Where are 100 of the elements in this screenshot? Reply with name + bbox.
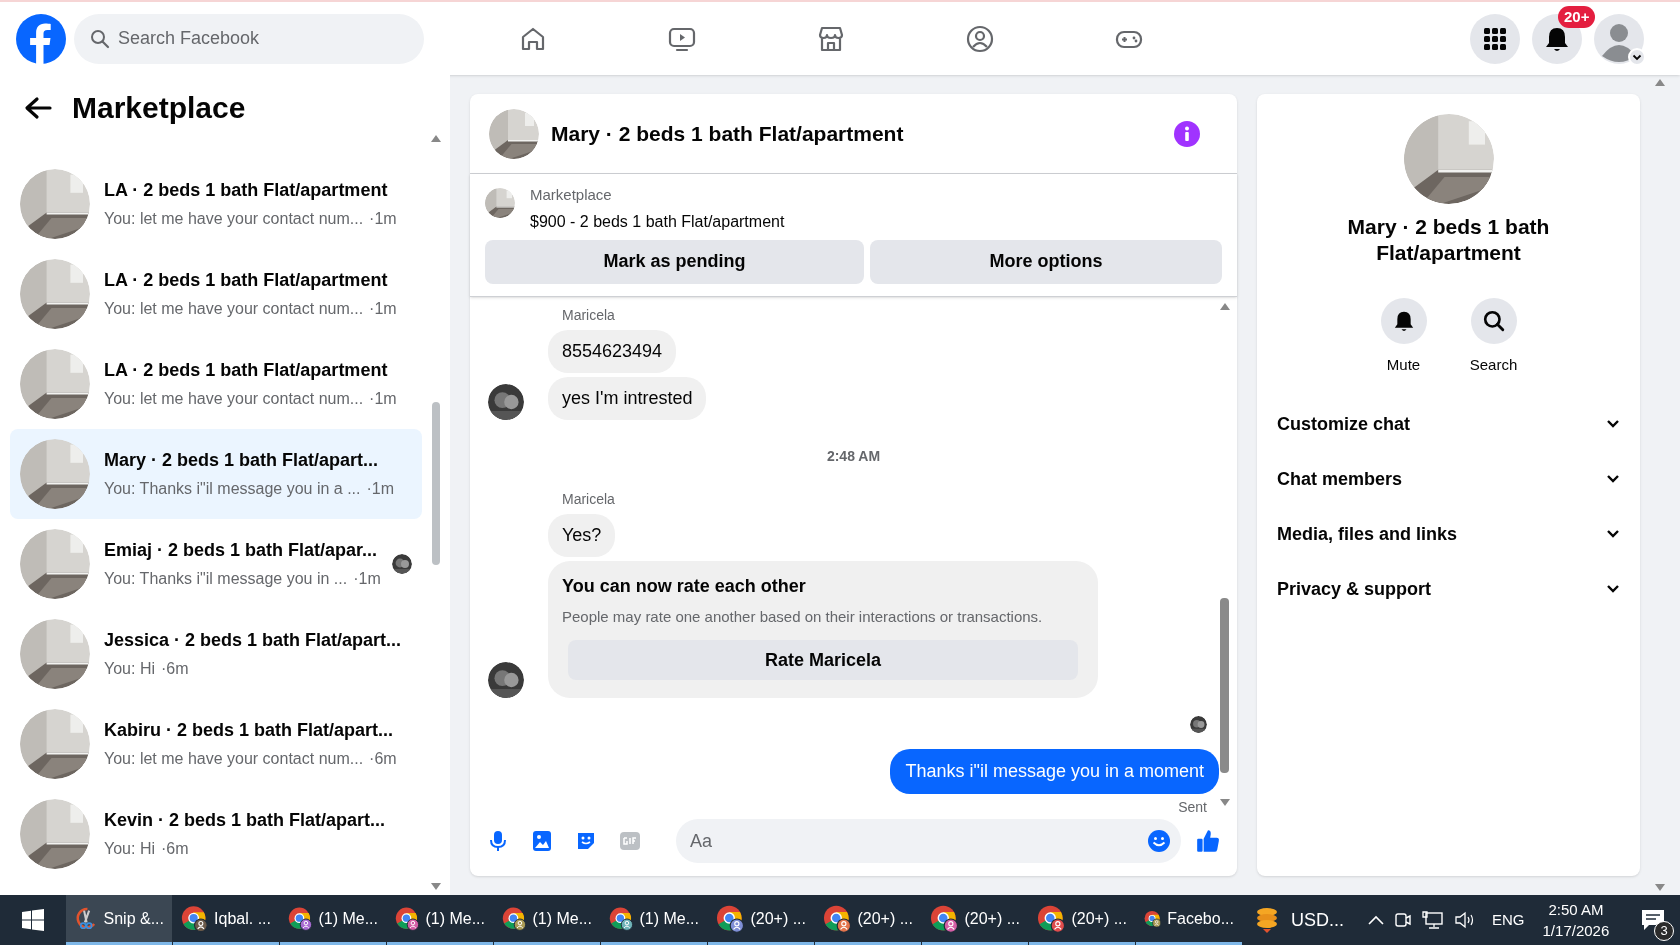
taskbar-button[interactable]: (1) Me... bbox=[387, 895, 493, 945]
conversation-title: LA · 2 beds 1 bath Flat/apartment bbox=[104, 269, 389, 292]
sender-name: Maricela bbox=[562, 305, 616, 325]
taskbar-label: (20+) ... bbox=[1071, 908, 1127, 929]
section-item[interactable]: Customize chat bbox=[1265, 396, 1632, 452]
conversation-item[interactable]: Mary · 2 beds 1 bath Flat/apart... You: Thanks i"il message you in a ... ·1m bbox=[10, 429, 422, 519]
bell-icon bbox=[1545, 25, 1569, 52]
conversation-title: Emiaj · 2 beds 1 bath Flat/apar... bbox=[104, 539, 378, 562]
facebook-logo[interactable] bbox=[16, 13, 66, 64]
action-label: Search bbox=[1469, 355, 1518, 375]
taskbar-button[interactable]: (20+) ... bbox=[1029, 895, 1135, 945]
conversation-title: LA · 2 beds 1 bath Flat/apartment bbox=[104, 179, 389, 202]
message-field[interactable]: Aa bbox=[676, 819, 1181, 863]
browser-icon bbox=[930, 903, 959, 934]
conversation-title: Mary · 2 beds 1 bath Flat/apart... bbox=[104, 449, 380, 472]
clock-time[interactable]: 2:50 AM bbox=[1548, 899, 1604, 920]
page-title: Marketplace bbox=[72, 90, 246, 126]
taskbar-label: (20+) ... bbox=[857, 908, 913, 929]
message-preview: You: let me have your contact num... bbox=[104, 209, 364, 229]
taskbar-button[interactable]: Snip &... bbox=[66, 895, 172, 945]
chevron-down-icon bbox=[1606, 419, 1620, 429]
clock-date[interactable]: 1/17/2026 bbox=[1542, 920, 1610, 941]
windows-start-icon[interactable] bbox=[22, 909, 44, 931]
taskbar-button[interactable]: Iqbal. ... bbox=[173, 895, 279, 945]
search-button[interactable] bbox=[1470, 298, 1517, 344]
taskbar-button[interactable]: (1) Me... bbox=[601, 895, 707, 945]
message-time: ·6m bbox=[161, 839, 189, 859]
sent-message-bubble: Thanks i"il message you in a moment bbox=[890, 749, 1219, 794]
chevron-up-icon[interactable] bbox=[1368, 915, 1384, 925]
section-label: Privacy & support bbox=[1277, 577, 1432, 601]
taskbar-label: Snip &... bbox=[103, 908, 164, 929]
taskbar-label: Iqbal. ... bbox=[214, 908, 271, 929]
search-icon bbox=[1482, 310, 1505, 332]
taskbar-button[interactable]: (1) Me... bbox=[494, 895, 600, 945]
taskbar-label: (20+) ... bbox=[964, 908, 1020, 929]
message-status: Sent bbox=[1178, 798, 1207, 817]
language-indicator[interactable]: ENG bbox=[1492, 908, 1525, 932]
taskbar-label: (20+) ... bbox=[750, 908, 806, 929]
section-item[interactable]: Media, files and links bbox=[1265, 506, 1632, 562]
listing-label: Marketplace bbox=[530, 185, 613, 205]
section-item[interactable]: Privacy & support bbox=[1265, 561, 1632, 617]
message-bubble: Yes? bbox=[548, 513, 616, 557]
sender-name: Maricela bbox=[562, 489, 616, 509]
action-label: Mute bbox=[1386, 355, 1421, 375]
scrollbar-thumb[interactable] bbox=[432, 402, 440, 565]
volume-icon[interactable] bbox=[1454, 911, 1476, 929]
taskbar-button[interactable]: (20+) ... bbox=[815, 895, 921, 945]
scrollbar-thumb[interactable] bbox=[1220, 597, 1229, 773]
back-arrow-icon[interactable] bbox=[24, 95, 52, 120]
message-time: ·1m bbox=[369, 389, 397, 409]
message-time: ·1m bbox=[369, 299, 397, 319]
message-preview: You: Hi bbox=[104, 839, 155, 859]
message-preview: You: let me have your contact num... bbox=[104, 389, 364, 409]
menu-button[interactable] bbox=[1470, 13, 1520, 64]
message-time: ·6m bbox=[369, 749, 397, 769]
section-item[interactable]: Chat members bbox=[1265, 451, 1632, 507]
search-field[interactable]: Search Facebook bbox=[74, 13, 424, 64]
conversation-title: Kabiru · 2 beds 1 bath Flat/apart... bbox=[104, 719, 395, 742]
chevron-down-icon bbox=[1606, 474, 1620, 484]
scroll-down-icon[interactable] bbox=[431, 883, 441, 890]
scroll-down-icon[interactable] bbox=[1220, 799, 1230, 806]
action-button[interactable]: More options bbox=[870, 239, 1222, 284]
taskbar-label: (1) Me... bbox=[532, 908, 592, 929]
conversation-title: Jessica · 2 beds 1 bath Flat/apart... bbox=[104, 629, 403, 652]
people-icon[interactable] bbox=[964, 23, 995, 54]
card-text: People may rate one another based on their interactions or transactions. bbox=[562, 606, 1044, 627]
section-label: Media, files and links bbox=[1277, 522, 1458, 546]
tray-app-label[interactable]: USD... bbox=[1291, 906, 1344, 934]
mute-button[interactable] bbox=[1380, 298, 1427, 344]
account-caret-icon[interactable] bbox=[1628, 47, 1646, 66]
taskbar-label: Facebo... bbox=[1167, 908, 1234, 929]
action-button[interactable]: Mark as pending bbox=[485, 239, 864, 284]
card-title: You can now rate each other bbox=[562, 574, 807, 598]
message-preview: You: let me have your contact num... bbox=[104, 299, 364, 319]
chat-title: Mary · 2 beds 1 bath Flat/apartment bbox=[551, 120, 904, 147]
conversation-title: Kevin · 2 beds 1 bath Flat/apart... bbox=[104, 809, 387, 832]
message-preview: You: Thanks i"il message you in a ... bbox=[104, 479, 361, 499]
message-bubble: 8554623494 bbox=[548, 329, 677, 373]
chevron-down-icon bbox=[1606, 584, 1620, 594]
emoji-icon[interactable] bbox=[1147, 829, 1171, 853]
scroll-up-icon[interactable] bbox=[1655, 79, 1665, 86]
notification-badge: 20+ bbox=[1558, 5, 1596, 28]
network-icon[interactable] bbox=[1422, 911, 1444, 929]
browser-icon bbox=[823, 903, 852, 934]
image-icon[interactable] bbox=[530, 829, 554, 853]
message-bubble: yes I'm intrested bbox=[548, 376, 707, 420]
scroll-up-icon[interactable] bbox=[431, 135, 441, 142]
taskbar-button[interactable]: (20+) ... bbox=[708, 895, 814, 945]
taskbar-button[interactable]: Facebo... bbox=[1136, 895, 1242, 945]
camera-icon[interactable] bbox=[1394, 911, 1412, 929]
taskbar-button[interactable]: (1) Me... bbox=[280, 895, 386, 945]
timestamp: 2:48 AM bbox=[826, 446, 881, 466]
rate-button[interactable]: Rate Maricela bbox=[568, 640, 1078, 680]
scroll-up-icon[interactable] bbox=[1220, 302, 1230, 310]
thumbs-up-icon[interactable] bbox=[1195, 828, 1221, 854]
info-icon[interactable] bbox=[1174, 120, 1200, 147]
taskbar-button[interactable]: (20+) ... bbox=[922, 895, 1028, 945]
conversation-name: Mary · 2 beds 1 bath Flat/apartment bbox=[1346, 214, 1551, 266]
scroll-down-icon[interactable] bbox=[1655, 884, 1665, 891]
conversation-title: LA · 2 beds 1 bath Flat/apartment bbox=[104, 359, 389, 382]
